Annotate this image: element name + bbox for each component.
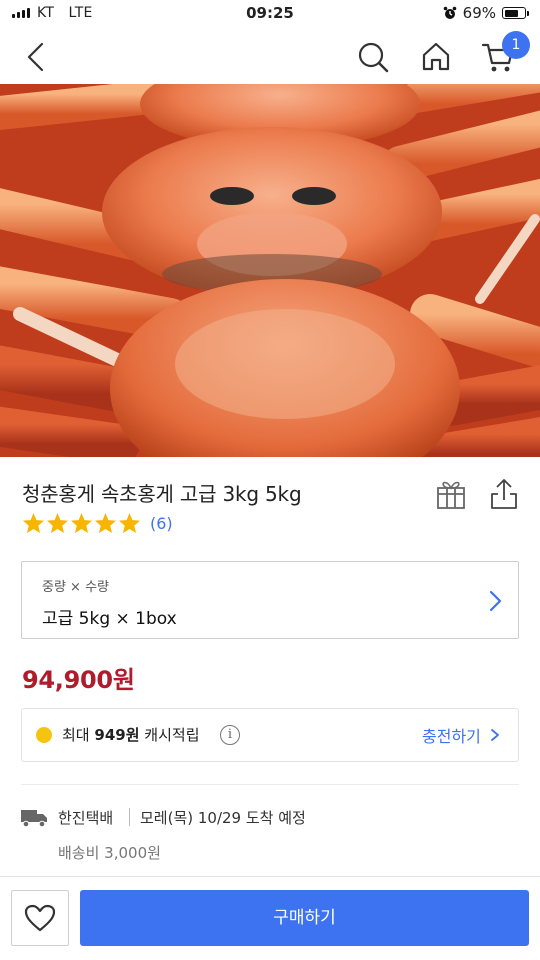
- battery-level: [504, 9, 518, 17]
- battery-percent: 69%: [462, 4, 496, 22]
- product-title: 청춘홍게 속초홍게 고급 3kg 5kg: [22, 482, 302, 506]
- separator: [129, 808, 130, 826]
- alarm-icon: [443, 6, 456, 19]
- truck-icon: [21, 810, 47, 828]
- cart-count-badge[interactable]: 1: [502, 31, 530, 59]
- crab-photo: [0, 84, 540, 457]
- chevron-right-icon: [489, 590, 502, 612]
- cashback-prefix: 최대: [62, 726, 90, 744]
- star-icon: [94, 512, 117, 534]
- status-bar: KT LTE 09:25 69%: [0, 0, 540, 30]
- cashback-box: 최대 949원 캐시적립 i 충전하기: [21, 708, 519, 762]
- heart-icon: [24, 904, 56, 932]
- rating-stars[interactable]: (6): [22, 512, 173, 534]
- cashback-amount: 949원: [94, 726, 140, 744]
- search-icon[interactable]: [357, 41, 389, 73]
- product-image[interactable]: [0, 84, 540, 457]
- gift-icon[interactable]: [436, 478, 466, 510]
- charge-label: 충전하기: [422, 727, 481, 746]
- info-icon[interactable]: i: [220, 725, 240, 745]
- shipping-fee: 배송비 3,000원: [58, 844, 161, 862]
- battery-area: 69%: [443, 4, 529, 22]
- option-selector[interactable]: 중량 × 수량 고급 5kg × 1box: [21, 561, 519, 639]
- chevron-right-icon: [491, 729, 499, 741]
- buy-button[interactable]: 구매하기: [80, 890, 529, 946]
- arrival-date: 모레(목) 10/29 도착 예정: [140, 809, 306, 827]
- share-icon[interactable]: [489, 478, 519, 510]
- star-icon: [22, 512, 45, 534]
- cash-coin-icon: [36, 727, 52, 743]
- product-price: 94,900원: [22, 666, 135, 694]
- star-icon: [118, 512, 141, 534]
- cashback-text: 최대 949원 캐시적립: [62, 724, 200, 745]
- option-label: 중량 × 수량: [42, 580, 109, 595]
- star-icon: [46, 512, 69, 534]
- charge-link[interactable]: 충전하기: [422, 723, 500, 747]
- wishlist-button[interactable]: [11, 890, 69, 946]
- back-icon[interactable]: [22, 42, 50, 72]
- option-value: 고급 5kg × 1box: [42, 609, 177, 629]
- home-icon[interactable]: [421, 41, 451, 71]
- divider: [21, 784, 519, 785]
- courier-name: 한진택배: [58, 809, 114, 827]
- star-row: [22, 512, 141, 534]
- review-count[interactable]: (6): [150, 514, 173, 533]
- cashback-suffix: 캐시적립: [144, 726, 200, 744]
- star-icon: [70, 512, 93, 534]
- nav-bar: [0, 30, 540, 84]
- battery-icon: [502, 7, 529, 19]
